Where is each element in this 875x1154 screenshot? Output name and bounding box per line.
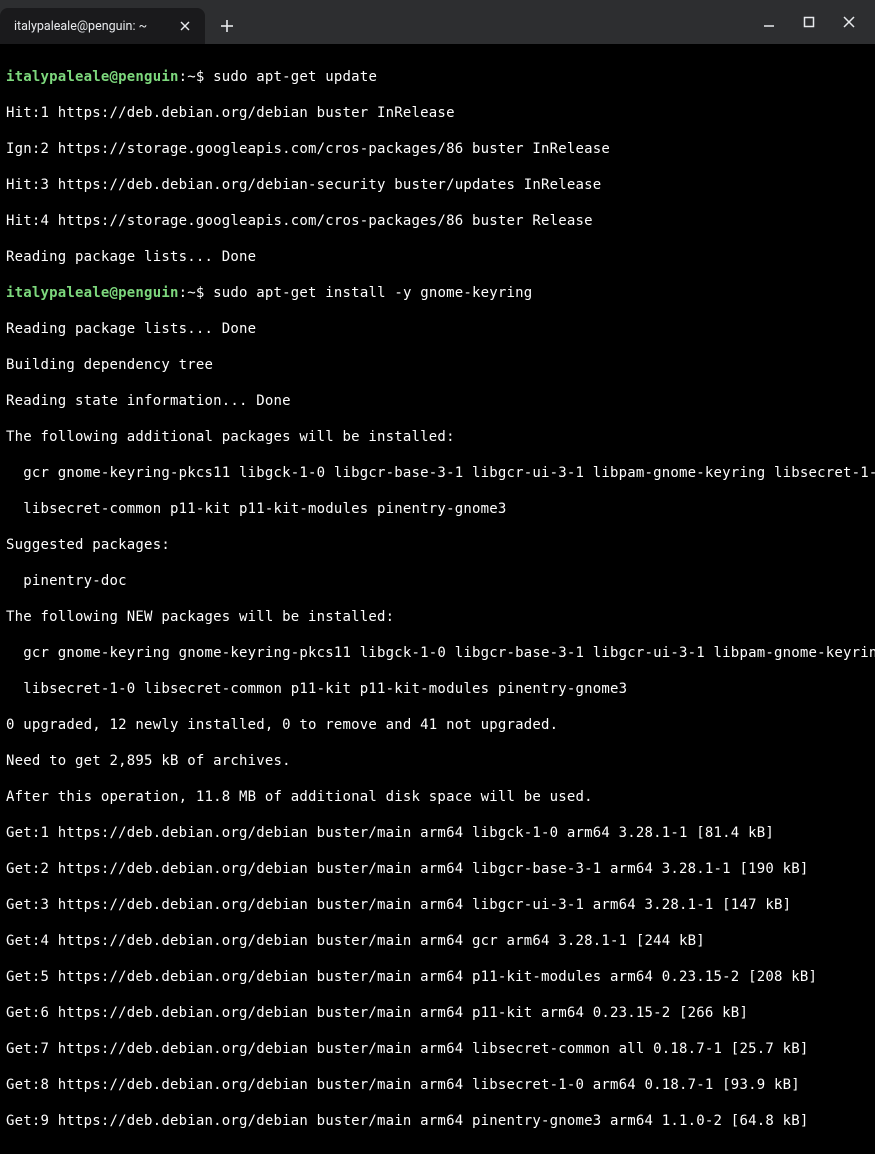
close-tab-icon[interactable] <box>177 18 193 34</box>
output-line: Building dependency tree <box>6 356 869 374</box>
minimize-button[interactable] <box>755 8 783 36</box>
output-line: Ign:2 https://storage.googleapis.com/cro… <box>6 140 869 158</box>
output-line: libsecret-common p11-kit p11-kit-modules… <box>6 500 869 518</box>
tab-area: italypaleale@penguin: ~ <box>0 0 241 44</box>
output-line: Get:4 https://deb.debian.org/debian bust… <box>6 932 869 950</box>
prompt-line: italypaleale@penguin:~$ sudo apt-get ins… <box>6 284 869 302</box>
new-tab-button[interactable] <box>213 12 241 40</box>
prompt-userhost: italypaleale@penguin <box>6 285 179 301</box>
terminal-tab[interactable]: italypaleale@penguin: ~ <box>0 8 205 44</box>
tab-title: italypaleale@penguin: ~ <box>14 19 147 34</box>
output-line: Get:6 https://deb.debian.org/debian bust… <box>6 1004 869 1022</box>
output-line: 0 upgraded, 12 newly installed, 0 to rem… <box>6 716 869 734</box>
output-line: Hit:3 https://deb.debian.org/debian-secu… <box>6 176 869 194</box>
output-line: Hit:1 https://deb.debian.org/debian bust… <box>6 104 869 122</box>
prompt-dollar: $ <box>196 285 213 301</box>
prompt-userhost: italypaleale@penguin <box>6 69 179 85</box>
prompt-sep: : <box>179 69 188 85</box>
output-line: Suggested packages: <box>6 536 869 554</box>
output-line: Get:2 https://deb.debian.org/debian bust… <box>6 860 869 878</box>
output-line: Get:8 https://deb.debian.org/debian bust… <box>6 1076 869 1094</box>
maximize-button[interactable] <box>795 8 823 36</box>
output-line: gcr gnome-keyring gnome-keyring-pkcs11 l… <box>6 644 869 662</box>
output-line: pinentry-doc <box>6 572 869 590</box>
output-line: The following NEW packages will be insta… <box>6 608 869 626</box>
command-text: sudo apt-get install -y gnome-keyring <box>213 285 532 301</box>
close-window-button[interactable] <box>835 8 863 36</box>
window-controls <box>755 8 875 36</box>
output-line: Reading package lists... Done <box>6 320 869 338</box>
prompt-line: italypaleale@penguin:~$ sudo apt-get upd… <box>6 68 869 86</box>
output-line: Get:3 https://deb.debian.org/debian bust… <box>6 896 869 914</box>
output-line: Get:1 https://deb.debian.org/debian bust… <box>6 824 869 842</box>
titlebar: italypaleale@penguin: ~ <box>0 0 875 44</box>
terminal-body[interactable]: italypaleale@penguin:~$ sudo apt-get upd… <box>0 44 875 1154</box>
prompt-dollar: $ <box>196 69 213 85</box>
output-line: Get:7 https://deb.debian.org/debian bust… <box>6 1040 869 1058</box>
prompt-path: ~ <box>187 285 196 301</box>
output-line: After this operation, 11.8 MB of additio… <box>6 788 869 806</box>
output-line: Get:9 https://deb.debian.org/debian bust… <box>6 1112 869 1130</box>
output-line: gcr gnome-keyring-pkcs11 libgck-1-0 libg… <box>6 464 869 482</box>
output-line: The following additional packages will b… <box>6 428 869 446</box>
output-line: Hit:4 https://storage.googleapis.com/cro… <box>6 212 869 230</box>
output-line: libsecret-1-0 libsecret-common p11-kit p… <box>6 680 869 698</box>
output-line: Need to get 2,895 kB of archives. <box>6 752 869 770</box>
command-text: sudo apt-get update <box>213 69 377 85</box>
prompt-sep: : <box>179 285 188 301</box>
output-line: Get:5 https://deb.debian.org/debian bust… <box>6 968 869 986</box>
output-line: Reading package lists... Done <box>6 248 869 266</box>
prompt-path: ~ <box>187 69 196 85</box>
output-line: Reading state information... Done <box>6 392 869 410</box>
